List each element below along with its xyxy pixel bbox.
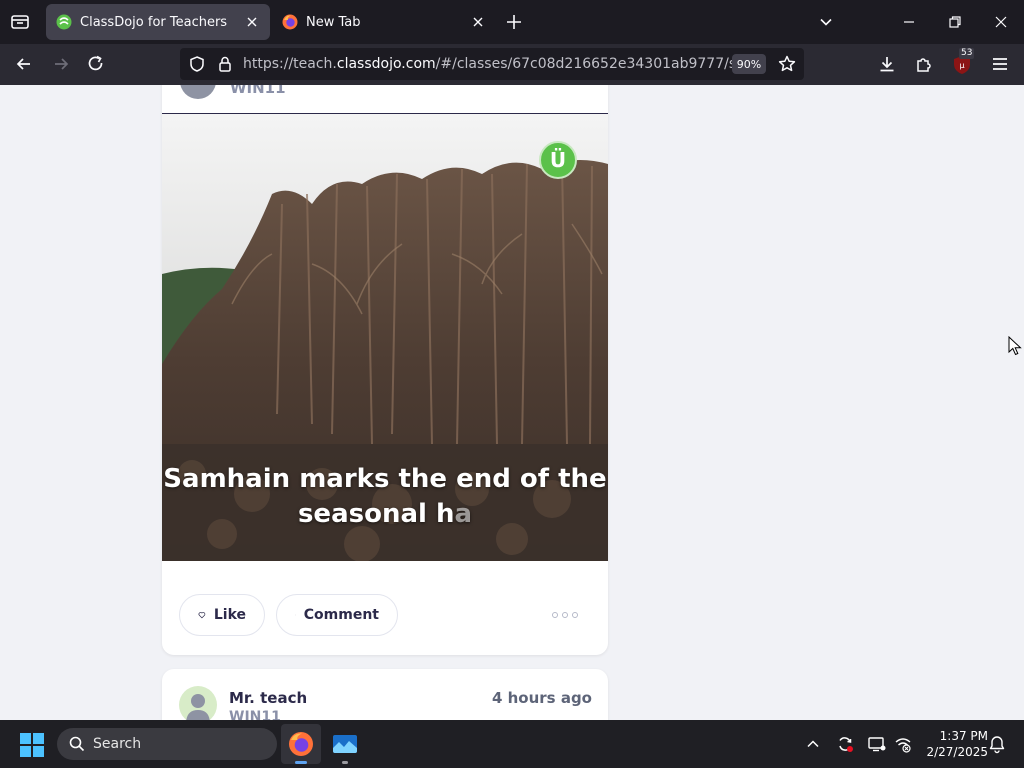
- navigation-toolbar: https://teach.classdojo.com/#/classes/67…: [0, 44, 1024, 85]
- post-author-name[interactable]: Mr. teach: [229, 689, 307, 707]
- classdojo-logo-badge: Ü: [539, 141, 577, 179]
- classdojo-favicon-icon: [56, 14, 72, 30]
- caption-line-2-text: seasonal h: [297, 499, 455, 529]
- caption-line-2: seasonal ha: [162, 497, 608, 532]
- ublock-origin-extension-button[interactable]: µ 53: [951, 48, 975, 76]
- back-arrow-icon[interactable]: [14, 54, 34, 74]
- more-dot-icon: [562, 612, 568, 618]
- blocked-count-badge: 53: [959, 48, 975, 59]
- taskbar-app-photos[interactable]: [325, 724, 365, 764]
- system-clock[interactable]: 1:37 PM 2/27/2025: [918, 728, 988, 760]
- network-disconnected-icon[interactable]: [893, 734, 913, 754]
- restore-window-button[interactable]: [932, 0, 978, 44]
- caption-line-2-fading: a: [454, 499, 473, 529]
- extensions-puzzle-icon[interactable]: [914, 54, 934, 74]
- close-tab-icon[interactable]: [470, 14, 486, 30]
- taskbar-app-firefox[interactable]: [281, 724, 321, 764]
- sync-icon[interactable]: [835, 734, 855, 754]
- running-indicator: [295, 761, 307, 764]
- like-label: Like: [213, 607, 246, 623]
- story-post-card: WIN11 Ü Samhain marks the end of the sea…: [162, 85, 608, 655]
- mouse-cursor-icon: [1008, 336, 1022, 356]
- tab-new-tab[interactable]: New Tab: [272, 4, 496, 40]
- close-tab-icon[interactable]: [244, 14, 260, 30]
- display-icon[interactable]: [867, 734, 887, 754]
- post-class-name: WIN11: [229, 709, 281, 720]
- firefox-view-icon: [11, 15, 29, 29]
- post-video-media[interactable]: Ü Samhain marks the end of the seasonal …: [162, 114, 608, 561]
- zoom-level-badge[interactable]: 90%: [732, 54, 766, 74]
- teacher-avatar-icon: [186, 694, 210, 720]
- chevron-up-icon[interactable]: [803, 734, 823, 754]
- post-class-name: WIN11: [230, 85, 286, 97]
- photos-app-icon: [333, 735, 357, 753]
- minimize-icon: [904, 21, 914, 23]
- close-window-button[interactable]: [978, 0, 1024, 44]
- avatar: [179, 686, 217, 720]
- avatar: [180, 85, 216, 99]
- forward-arrow-icon[interactable]: [51, 54, 71, 74]
- start-button[interactable]: [20, 733, 44, 757]
- restore-icon: [949, 16, 961, 28]
- tracking-protection-shield-icon[interactable]: [188, 55, 206, 73]
- windows-taskbar: Search 1:37 PM 2/27/2025: [0, 720, 1024, 768]
- heart-icon: [198, 612, 206, 619]
- more-options-button[interactable]: [552, 607, 578, 623]
- comment-button[interactable]: Comment: [276, 594, 398, 636]
- reload-icon[interactable]: [86, 54, 106, 74]
- classdojo-story-feed[interactable]: WIN11 Ü Samhain marks the end of the sea…: [0, 85, 1024, 720]
- list-all-tabs-button[interactable]: [803, 0, 849, 44]
- comment-label: Comment: [303, 607, 379, 623]
- close-icon: [995, 16, 1007, 28]
- clock-date: 2/27/2025: [926, 745, 988, 759]
- caption-line-1: Samhain marks the end of the: [163, 464, 607, 494]
- notification-bell-icon[interactable]: [987, 734, 1007, 754]
- url-text[interactable]: https://teach.classdojo.com/#/classes/67…: [243, 56, 764, 72]
- tab-classdojo[interactable]: ClassDojo for Teachers: [46, 4, 270, 40]
- more-dot-icon: [552, 612, 558, 618]
- firefox-favicon-icon: [282, 14, 298, 30]
- post-timestamp: 4 hours ago: [491, 689, 592, 707]
- search-placeholder: Search: [93, 736, 142, 752]
- firefox-icon: [289, 732, 313, 756]
- comment-bubble-icon: [295, 614, 296, 616]
- story-post-card: Mr. teach WIN11 4 hours ago: [162, 669, 608, 720]
- new-tab-button[interactable]: [504, 12, 524, 32]
- plus-icon: [507, 15, 521, 29]
- like-button[interactable]: Like: [179, 594, 265, 636]
- firefox-view-button[interactable]: [8, 10, 32, 34]
- clock-time: 1:37 PM: [939, 729, 988, 743]
- tab-strip: ClassDojo for Teachers New Tab: [0, 0, 1024, 44]
- lock-icon[interactable]: [216, 55, 234, 73]
- hamburger-menu-icon[interactable]: [990, 54, 1010, 74]
- search-icon: [69, 736, 85, 752]
- tab-title: New Tab: [306, 14, 361, 30]
- running-indicator: [342, 761, 348, 764]
- downloads-icon[interactable]: [877, 54, 897, 74]
- taskbar-search-box[interactable]: Search: [57, 728, 277, 760]
- chevron-down-icon: [820, 18, 832, 26]
- more-dot-icon: [572, 612, 578, 618]
- svg-text:µ: µ: [959, 61, 964, 70]
- minimize-window-button[interactable]: [886, 0, 932, 44]
- windows-logo-icon: [20, 733, 44, 757]
- video-caption: Samhain marks the end of the seasonal ha: [162, 462, 608, 532]
- bookmark-star-icon[interactable]: [777, 54, 797, 74]
- address-bar[interactable]: https://teach.classdojo.com/#/classes/67…: [180, 48, 804, 80]
- tab-title: ClassDojo for Teachers: [80, 14, 228, 30]
